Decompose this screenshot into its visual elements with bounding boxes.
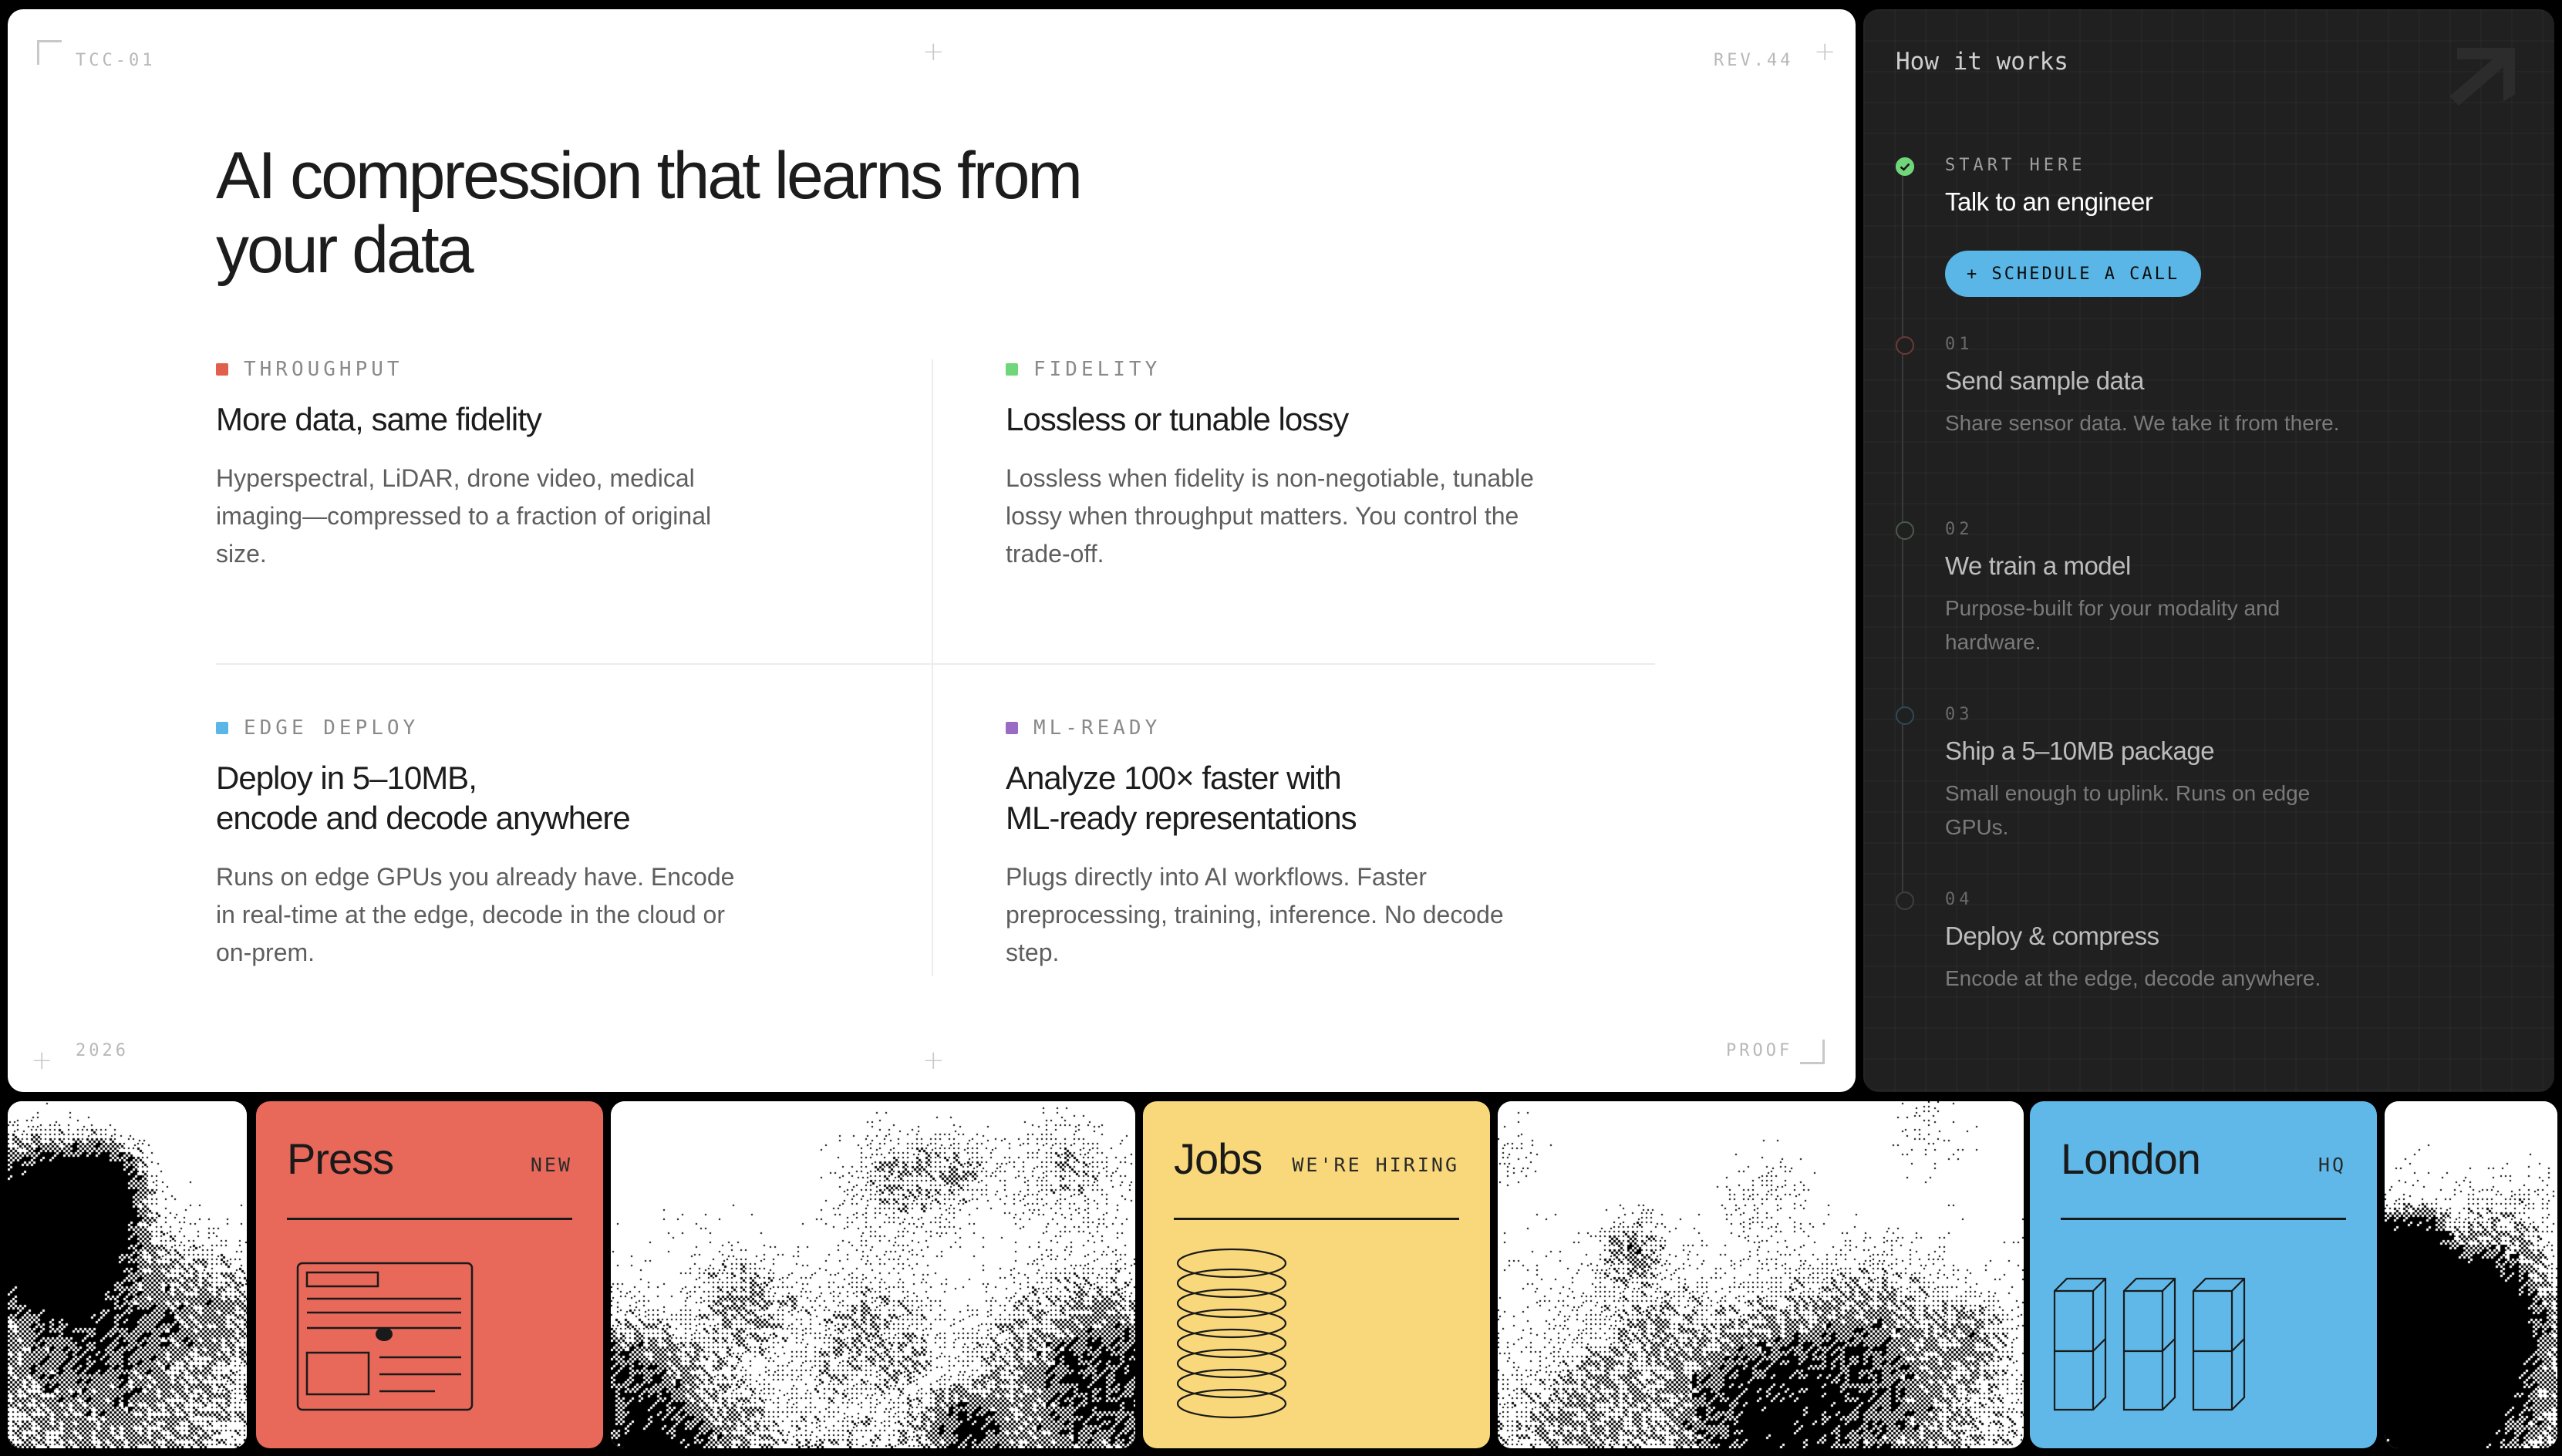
step-label: START HERE	[1945, 156, 2086, 175]
tag-dot-blue	[216, 722, 228, 734]
newspaper-icon	[296, 1262, 474, 1411]
feature-title: Deploy in 5–10MB, encode and decode anyw…	[216, 760, 631, 836]
server-racks-icon	[2053, 1277, 2246, 1411]
tag-dot-purple	[1006, 722, 1018, 734]
feature-grid-divider-vertical	[932, 359, 933, 976]
plus-mark-top-right: +	[1814, 36, 1836, 67]
tile-badge: HQ	[2318, 1154, 2346, 1176]
feature-title: Lossless or tunable lossy	[1006, 401, 1349, 437]
london-tile[interactable]: London HQ	[2030, 1101, 2377, 1448]
corner-label-bottom-right: PROOF	[1726, 1041, 1793, 1060]
feature-edge-deploy: EDGE DEPLOY Deploy in 5–10MB, encode and…	[216, 716, 771, 972]
hero-title: AI compression that learns from your dat…	[216, 139, 1083, 287]
feature-ml-ready: ML-READY Analyze 100× faster with ML-rea…	[1006, 716, 1561, 972]
dither-image-tile-2	[611, 1101, 1135, 1448]
dither-image-tile-1	[8, 1101, 247, 1448]
step-number: 01	[1945, 335, 1974, 354]
panel-title: How it works	[1896, 48, 2068, 76]
how-it-works-panel: How it works START HERE Talk to an engin…	[1863, 9, 2554, 1092]
step-description: Small enough to uplink. Runs on edge GPU…	[1945, 781, 2311, 839]
feature-body: Runs on edge GPUs you already have. Enco…	[216, 863, 735, 966]
check-circle-icon	[1896, 157, 1914, 176]
step-description: Purpose-built for your modality and hard…	[1945, 596, 2281, 654]
tile-title: Press	[287, 1134, 394, 1183]
step-title: Deploy & compress	[1945, 922, 2159, 950]
step-01: 01 Send sample data Share sensor data. W…	[1896, 335, 2528, 440]
feature-title: Analyze 100× faster with ML-ready repres…	[1006, 760, 1357, 836]
feature-tag: FIDELITY	[1033, 358, 1161, 381]
feature-throughput: THROUGHPUT More data, same fidelity Hype…	[216, 358, 771, 573]
step-marker-circle	[1896, 521, 1914, 540]
plus-mark-top-center: +	[922, 36, 945, 67]
step-title: Send sample data	[1945, 366, 2145, 395]
schedule-call-button[interactable]: + SCHEDULE A CALL	[1945, 251, 2202, 297]
feature-body: Hyperspectral, LiDAR, drone video, medic…	[216, 464, 712, 568]
plus-mark-bottom-center: +	[922, 1045, 945, 1076]
step-number: 02	[1945, 520, 1974, 539]
step-03: 03 Ship a 5–10MB package Small enough to…	[1896, 705, 2528, 844]
features-card: TCC-01 + REV.44 + AI compression that le…	[8, 9, 1856, 1092]
dither-image-tile-4	[2385, 1101, 2557, 1448]
step-number: 03	[1945, 705, 1974, 724]
plus-mark-bottom-left: +	[31, 1045, 53, 1076]
feature-grid-divider-horizontal	[216, 663, 1655, 665]
step-start: START HERE Talk to an engineer + SCHEDUL…	[1896, 156, 2528, 297]
feature-title: More data, same fidelity	[216, 401, 542, 437]
corner-label-top-right: REV.44	[1714, 51, 1794, 70]
feature-body: Lossless when fidelity is non-negotiable…	[1006, 464, 1534, 568]
corner-label-bottom-left: 2026	[76, 1041, 129, 1060]
step-title: We train a model	[1945, 551, 2131, 580]
feature-body: Plugs directly into AI workflows. Faster…	[1006, 863, 1504, 966]
step-description: Share sensor data. We take it from there…	[1945, 411, 2340, 435]
feature-fidelity: FIDELITY Lossless or tunable lossy Lossl…	[1006, 358, 1561, 573]
step-marker-circle	[1896, 336, 1914, 355]
feature-tag: EDGE DEPLOY	[244, 716, 420, 740]
tile-title: London	[2061, 1134, 2201, 1183]
step-marker-circle	[1896, 706, 1914, 725]
step-description: Encode at the edge, decode anywhere.	[1945, 966, 2321, 990]
tile-title: Jobs	[1174, 1134, 1262, 1183]
step-number: 04	[1945, 890, 1974, 909]
dither-image-tile-3	[1498, 1101, 2024, 1448]
arrow-logo-icon	[2449, 48, 2515, 106]
corner-bracket-top-left	[37, 40, 62, 65]
corner-label-top-left: TCC-01	[76, 51, 156, 70]
tile-badge: NEW	[530, 1154, 572, 1176]
step-02: 02 We train a model Purpose-built for yo…	[1896, 520, 2528, 659]
tag-dot-green	[1006, 363, 1018, 376]
step-04: 04 Deploy & compress Encode at the edge,…	[1896, 890, 2528, 996]
coil-spring-icon	[1176, 1248, 1287, 1419]
press-tile[interactable]: Press NEW	[256, 1101, 603, 1448]
corner-bracket-bottom-right	[1800, 1040, 1825, 1064]
tile-badge: WE'RE HIRING	[1292, 1154, 1459, 1176]
step-title: Talk to an engineer	[1945, 187, 2153, 216]
step-marker-circle	[1896, 891, 1914, 910]
tag-dot-red	[216, 363, 228, 376]
feature-tag: THROUGHPUT	[244, 358, 403, 381]
feature-tag: ML-READY	[1033, 716, 1161, 740]
jobs-tile[interactable]: Jobs WE'RE HIRING	[1143, 1101, 1490, 1448]
step-title: Ship a 5–10MB package	[1945, 736, 2215, 765]
